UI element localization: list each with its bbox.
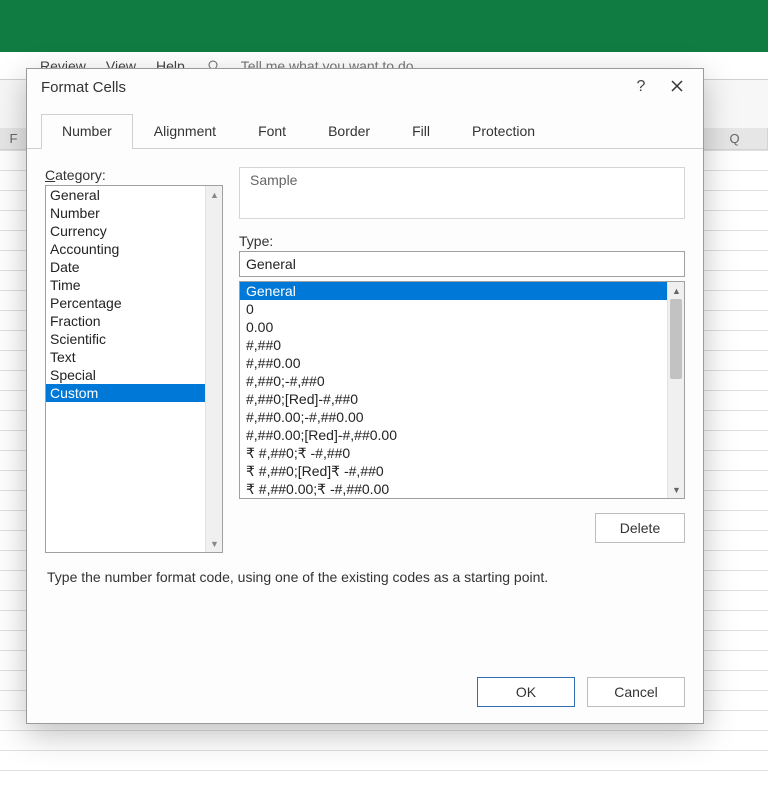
- chevron-down-icon[interactable]: ▼: [668, 481, 685, 498]
- sample-box: Sample: [239, 167, 685, 219]
- tab-protection[interactable]: Protection: [451, 114, 556, 149]
- category-item[interactable]: Special: [46, 366, 205, 384]
- col-label[interactable]: F: [0, 128, 28, 149]
- scrollbar[interactable]: ▲ ▼: [667, 282, 684, 498]
- chevron-down-icon[interactable]: ▼: [206, 535, 223, 552]
- sample-label: Sample: [250, 172, 297, 188]
- excel-ribbon: [0, 0, 768, 52]
- type-item[interactable]: General: [240, 282, 667, 300]
- category-item[interactable]: Percentage: [46, 294, 205, 312]
- type-item[interactable]: #,##0.00: [240, 354, 667, 372]
- delete-button[interactable]: Delete: [595, 513, 685, 543]
- tab-alignment[interactable]: Alignment: [133, 114, 237, 149]
- chevron-up-icon[interactable]: ▲: [206, 186, 223, 203]
- category-item[interactable]: Scientific: [46, 330, 205, 348]
- type-input[interactable]: General: [239, 251, 685, 277]
- type-item[interactable]: 0: [240, 300, 667, 318]
- category-item[interactable]: Text: [46, 348, 205, 366]
- type-item[interactable]: #,##0.00;-#,##0.00: [240, 408, 667, 426]
- tab-font[interactable]: Font: [237, 114, 307, 149]
- help-button[interactable]: ?: [623, 78, 659, 96]
- type-item[interactable]: ₹ #,##0;₹ -#,##0: [240, 444, 667, 462]
- dialog-titlebar: Format Cells ?: [27, 69, 703, 105]
- type-item[interactable]: ₹ #,##0;[Red]₹ -#,##0: [240, 462, 667, 480]
- dialog-title: Format Cells: [41, 79, 126, 96]
- category-item[interactable]: Accounting: [46, 240, 205, 258]
- format-cells-dialog: Format Cells ? Number Alignment Font Bor…: [26, 68, 704, 724]
- type-item[interactable]: #,##0;[Red]-#,##0: [240, 390, 667, 408]
- category-list[interactable]: GeneralNumberCurrencyAccountingDateTimeP…: [45, 185, 223, 553]
- category-item[interactable]: Currency: [46, 222, 205, 240]
- category-label: Category:: [45, 167, 223, 183]
- chevron-up-icon[interactable]: ▲: [668, 282, 685, 299]
- type-item[interactable]: #,##0: [240, 336, 667, 354]
- description-text: Type the number format code, using one o…: [27, 563, 703, 585]
- category-item[interactable]: General: [46, 186, 205, 204]
- type-item[interactable]: ₹ #,##0.00;₹ -#,##0.00: [240, 480, 667, 498]
- category-item[interactable]: Fraction: [46, 312, 205, 330]
- close-icon: [671, 80, 683, 92]
- tab-fill[interactable]: Fill: [391, 114, 451, 149]
- ok-button[interactable]: OK: [477, 677, 575, 707]
- tab-border[interactable]: Border: [307, 114, 391, 149]
- dialog-tabs: Number Alignment Font Border Fill Protec…: [27, 113, 703, 149]
- scrollbar-thumb[interactable]: [670, 299, 682, 379]
- category-item[interactable]: Custom: [46, 384, 205, 402]
- close-button[interactable]: [659, 79, 695, 96]
- type-item[interactable]: 0.00: [240, 318, 667, 336]
- cancel-button[interactable]: Cancel: [587, 677, 685, 707]
- category-item[interactable]: Number: [46, 204, 205, 222]
- category-item[interactable]: Date: [46, 258, 205, 276]
- dialog-footer: OK Cancel: [27, 663, 703, 723]
- category-item[interactable]: Time: [46, 276, 205, 294]
- type-item[interactable]: #,##0;-#,##0: [240, 372, 667, 390]
- type-list[interactable]: General00.00#,##0#,##0.00#,##0;-#,##0#,#…: [239, 281, 685, 499]
- type-label: Type:: [239, 233, 685, 249]
- tab-number[interactable]: Number: [41, 114, 133, 149]
- scrollbar[interactable]: ▲ ▼: [205, 186, 222, 552]
- col-label[interactable]: Q: [702, 128, 768, 149]
- type-item[interactable]: #,##0.00;[Red]-#,##0.00: [240, 426, 667, 444]
